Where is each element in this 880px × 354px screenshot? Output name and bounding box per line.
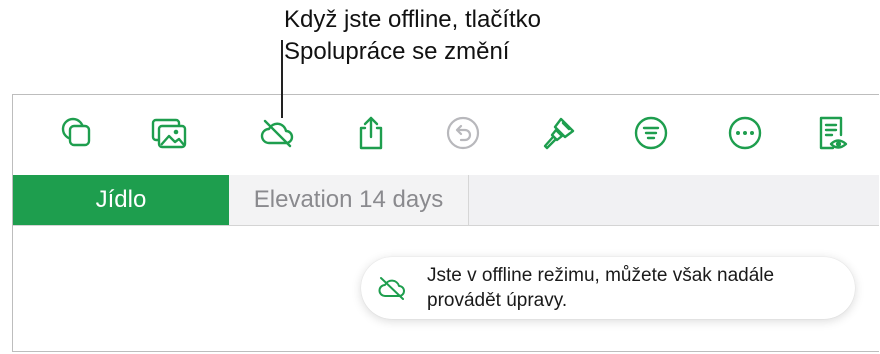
tab-jidlo[interactable]: Jídlo	[13, 175, 229, 225]
offline-message-line-2: provádět úpravy.	[427, 290, 568, 311]
more-button[interactable]	[723, 111, 767, 155]
media-button[interactable]	[147, 111, 191, 155]
cloud-offline-icon	[378, 277, 405, 300]
format-brush-icon	[543, 117, 575, 150]
app-window: Jídlo Elevation 14 days Jste v offline r…	[12, 94, 879, 352]
collaboration-button[interactable]	[255, 111, 299, 155]
document-view-icon	[819, 116, 848, 150]
collaboration-offline-icon	[260, 119, 294, 148]
organize-button[interactable]	[629, 111, 673, 155]
format-button[interactable]	[537, 111, 581, 155]
callout-leader-line	[281, 40, 283, 118]
offline-notification: Jste v offline režimu, můžete však nadál…	[361, 257, 855, 319]
share-icon	[359, 116, 383, 150]
shapes-icon	[61, 117, 91, 147]
sheet-tab-bar: Jídlo Elevation 14 days	[13, 175, 879, 226]
offline-message-line-1: Jste v offline režimu, můžete však nadál…	[427, 265, 775, 286]
more-icon	[728, 116, 762, 150]
callout-line-1: Když jste offline, tlačítko	[284, 6, 542, 33]
shapes-button[interactable]	[55, 111, 99, 155]
offline-message: Jste v offline režimu, můžete však nadál…	[427, 263, 847, 313]
tab-elevation-14-days[interactable]: Elevation 14 days	[229, 175, 469, 225]
organize-icon	[634, 116, 668, 150]
document-view-button[interactable]	[809, 111, 853, 155]
media-icon	[151, 118, 187, 149]
undo-icon	[446, 116, 480, 150]
share-button[interactable]	[349, 111, 393, 155]
undo-button[interactable]	[441, 111, 485, 155]
callout-line-2: Spolupráce se změní	[284, 38, 510, 65]
callout-annotation: Když jste offline, tlačítko Spolupráce s…	[284, 4, 541, 68]
